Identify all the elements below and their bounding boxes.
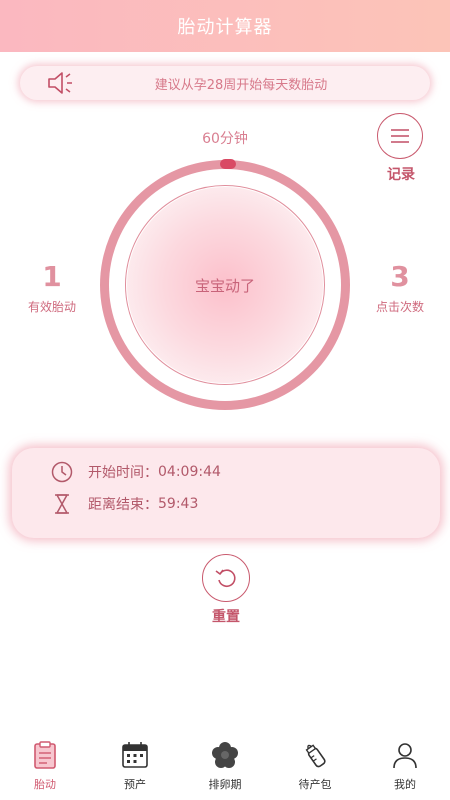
baby-moved-button[interactable]: 宝宝动了 [127,187,323,383]
baby-moved-label: 宝宝动了 [194,276,255,295]
tab-label: 我的 [394,778,416,791]
list-icon [391,129,409,143]
flower-icon [212,742,238,768]
hourglass-icon [55,494,69,514]
clock-icon [51,461,73,483]
remaining-time-label: 距离结束： [88,497,158,513]
user-icon [393,743,417,769]
effective-count: 1 [42,260,62,293]
tab-fetal-movement[interactable]: 胎动 [5,736,85,800]
app-header: 胎动计算器 [0,0,450,52]
tip-text: 建议从孕28周开始每天数胎动 [154,77,328,93]
click-count: 3 [390,260,410,293]
baby-bottle-icon [305,744,326,768]
effective-movements-stat: 1 有效胎动 [18,260,86,315]
page-title: 胎动计算器 [177,17,273,38]
remaining-time-row: 距离结束： 59:43 [50,492,198,516]
calendar-icon [122,742,148,768]
tab-label: 排卵期 [208,778,242,791]
clipboard-icon [34,741,56,769]
record-label[interactable]: 记录 [377,164,425,184]
refresh-icon [215,569,236,587]
click-count-stat: 3 点击次数 [365,260,435,315]
start-time-label: 开始时间： [88,465,158,481]
effective-label: 有效胎动 [27,300,76,314]
tab-ovulation[interactable]: 排卵期 [185,736,265,800]
tab-label: 胎动 [34,778,56,791]
reset-button[interactable] [202,554,250,602]
start-time-row: 开始时间： 04:09:44 [50,460,221,484]
timer-card: 开始时间： 04:09:44 距离结束： 59:43 [12,448,440,538]
remaining-time-value: 59:43 [158,496,199,512]
click-count-label: 点击次数 [375,300,424,314]
reset-label[interactable]: 重置 [190,606,262,626]
progress-indicator [220,159,236,169]
tip-banner: 建议从孕28周开始每天数胎动 [20,66,430,100]
tab-label: 待产包 [298,778,332,791]
start-time-value: 04:09:44 [158,464,221,480]
record-button[interactable] [377,113,423,159]
tab-hospital-bag[interactable]: 待产包 [275,736,355,800]
progress-ring: 宝宝动了 [100,159,350,410]
tab-profile[interactable]: 我的 [365,736,445,800]
tab-label: 预产 [124,778,146,791]
bottom-tab-bar: 胎动 预产 排卵期 待产包 我的 [0,736,450,800]
tab-due-date[interactable]: 预产 [95,736,175,800]
